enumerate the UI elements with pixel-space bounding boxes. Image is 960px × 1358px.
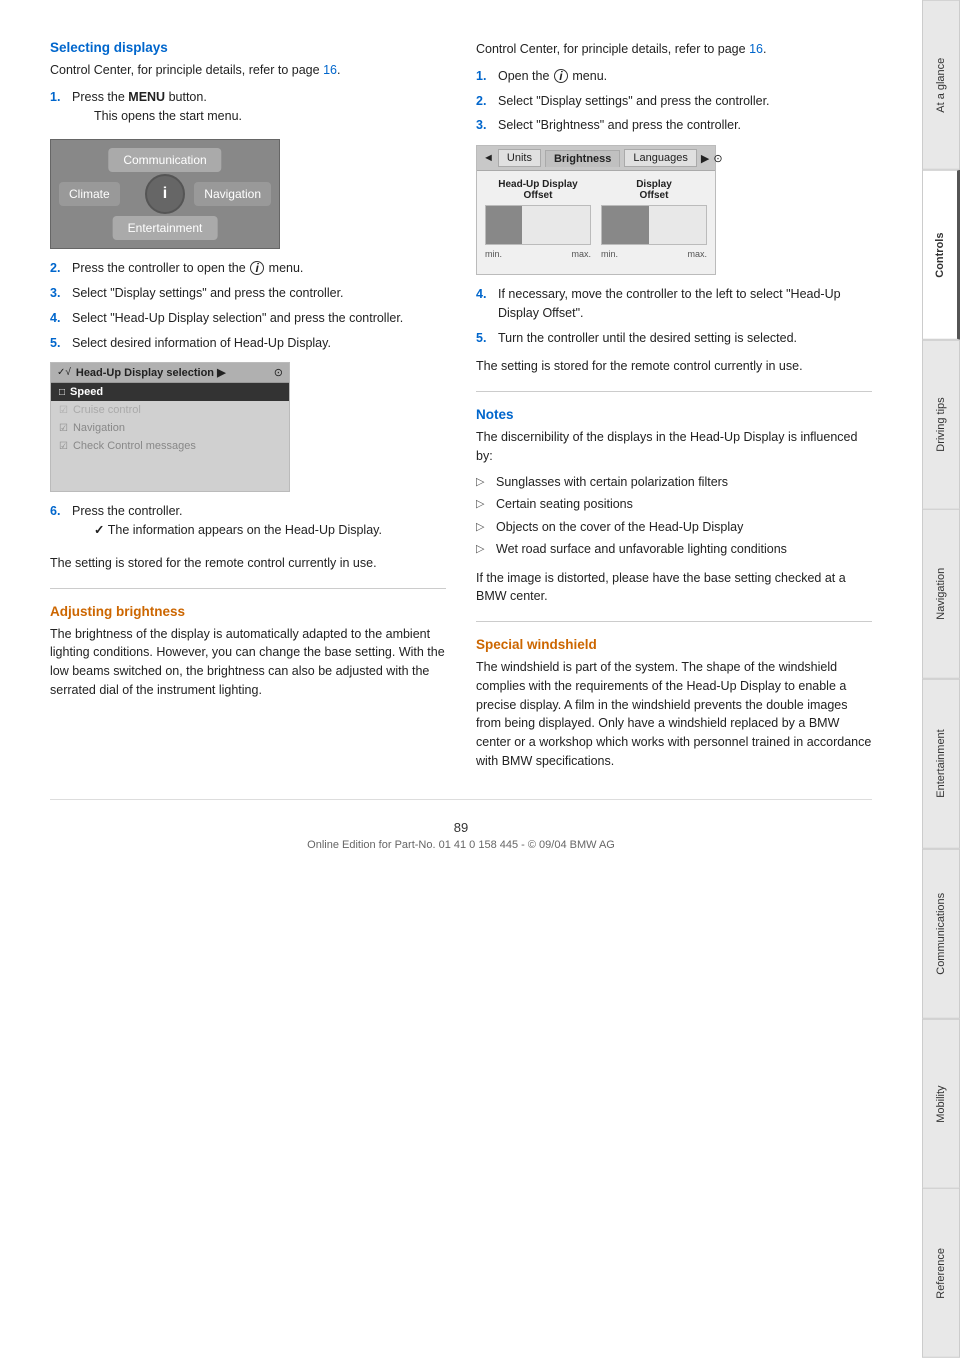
hud-item-cruise: ☑ Cruise control [51, 401, 289, 419]
page-footer: 89 Online Edition for Part-No. 01 41 0 1… [50, 799, 872, 861]
brightness-col-display: DisplayOffset min. max. [601, 179, 707, 259]
notes-heading: Notes [476, 407, 872, 422]
brightness-body: Head-Up DisplayOffset min. max. DisplayO… [477, 171, 715, 267]
right-step-3: 3. Select "Brightness" and press the con… [476, 116, 872, 135]
right-step-2: 2. Select "Display settings" and press t… [476, 92, 872, 111]
hud-header: ✓√ Head-Up Display selection ▶ ⊙ [51, 363, 289, 383]
page-number: 89 [50, 820, 872, 835]
menu-item-entertainment: Entertainment [113, 216, 218, 240]
notes-bullet-list: ▷ Sunglasses with certain polarization f… [476, 474, 872, 559]
right-step-1: 1. Open the i menu. [476, 67, 872, 86]
right-intro: Control Center, for principle details, r… [476, 40, 872, 59]
step-4: 4. Select "Head-Up Display selection" an… [50, 309, 446, 328]
step-6: 6. Press the controller. ✓ The informati… [50, 502, 446, 544]
selecting-displays-steps-2-5: 2. Press the controller to open the i me… [50, 259, 446, 352]
hud-selection-image: ✓√ Head-Up Display selection ▶ ⊙ □ Speed… [50, 362, 290, 492]
sidebar-tab-at-a-glance[interactable]: At a glance [922, 0, 960, 170]
brightness-col-hud: Head-Up DisplayOffset min. max. [485, 179, 591, 259]
divider-left [50, 588, 446, 589]
bullet-sunglasses: ▷ Sunglasses with certain polarization f… [476, 474, 872, 492]
sidebar-tab-reference[interactable]: Reference [922, 1188, 960, 1358]
sidebar-tab-driving-tips[interactable]: Driving tips [922, 340, 960, 510]
step-1: 1. Press the MENU button. This opens the… [50, 88, 446, 130]
idrive-center-button: i [145, 174, 185, 214]
main-content: Selecting displays Control Center, for p… [0, 0, 922, 1358]
menu-item-climate: Climate [59, 182, 120, 206]
right-step-4: 4. If necessary, move the controller to … [476, 285, 872, 323]
stored-note-right: The setting is stored for the remote con… [476, 357, 872, 376]
idrive-menu-image: Communication Climate i Navigation Enter… [50, 139, 280, 249]
divider-right [476, 391, 872, 392]
hud-item-speed: □ Speed [51, 383, 289, 401]
sidebar-tab-controls[interactable]: Controls [922, 170, 960, 340]
selecting-displays-step6: 6. Press the controller. ✓ The informati… [50, 502, 446, 544]
right-steps-1-3: 1. Open the i menu. 2. Select "Display s… [476, 67, 872, 135]
hud-item-check-control: ☑ Check Control messages [51, 437, 289, 455]
adjusting-brightness-text: The brightness of the display is automat… [50, 625, 446, 700]
sidebar-tab-entertainment[interactable]: Entertainment [922, 679, 960, 849]
adjusting-brightness-heading: Adjusting brightness [50, 604, 446, 619]
right-steps-4-5: 4. If necessary, move the controller to … [476, 285, 872, 347]
step-3: 3. Select "Display settings" and press t… [50, 284, 446, 303]
stored-note-left: The setting is stored for the remote con… [50, 554, 446, 573]
special-windshield-heading: Special windshield [476, 637, 872, 652]
sidebar-tab-mobility[interactable]: Mobility [922, 1019, 960, 1189]
copyright-text: Online Edition for Part-No. 01 41 0 158 … [50, 839, 872, 851]
right-column: Control Center, for principle details, r… [476, 40, 872, 779]
bullet-wet-road: ▷ Wet road surface and unfavorable light… [476, 541, 872, 559]
bullet-objects: ▷ Objects on the cover of the Head-Up Di… [476, 519, 872, 537]
menu-item-communication: Communication [108, 148, 221, 172]
step-5: 5. Select desired information of Head-Up… [50, 334, 446, 353]
right-step-5: 5. Turn the controller until the desired… [476, 329, 872, 348]
selecting-displays-intro: Control Center, for principle details, r… [50, 61, 446, 80]
hud-item-navigation: ☑ Navigation [51, 419, 289, 437]
step-2: 2. Press the controller to open the i me… [50, 259, 446, 278]
menu-item-navigation: Navigation [194, 182, 271, 206]
bullet-seating: ▷ Certain seating positions [476, 496, 872, 514]
sidebar-tabs: At a glance Controls Driving tips Naviga… [922, 0, 960, 1358]
notes-closing: If the image is distorted, please have t… [476, 569, 872, 607]
left-column: Selecting displays Control Center, for p… [50, 40, 446, 779]
special-windshield-text: The windshield is part of the system. Th… [476, 658, 872, 771]
selecting-displays-steps: 1. Press the MENU button. This opens the… [50, 88, 446, 130]
selecting-displays-heading: Selecting displays [50, 40, 446, 55]
sidebar-tab-communications[interactable]: Communications [922, 849, 960, 1019]
brightness-display-image: ◄ Units Brightness Languages ▶ ⊙ Head-Up… [476, 145, 716, 275]
brightness-header: ◄ Units Brightness Languages ▶ ⊙ [477, 146, 715, 171]
sidebar-tab-navigation[interactable]: Navigation [922, 509, 960, 679]
notes-intro: The discernibility of the displays in th… [476, 428, 872, 466]
divider-special [476, 621, 872, 622]
